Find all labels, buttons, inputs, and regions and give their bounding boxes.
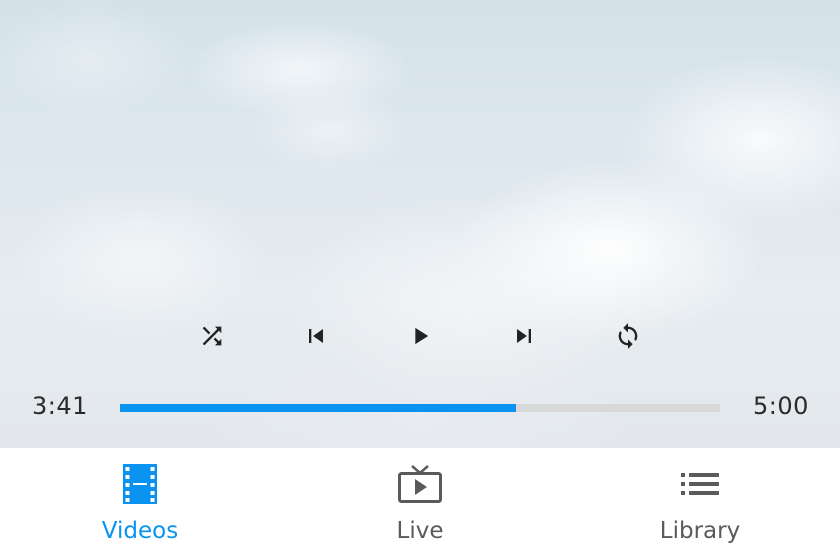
tab-library[interactable]: Library <box>560 448 840 560</box>
skip-next-icon <box>517 329 531 343</box>
skip-previous-icon <box>309 329 323 343</box>
tab-library-label: Library <box>659 518 741 544</box>
current-time: 3:41 <box>32 392 88 420</box>
duration-time: 5:00 <box>753 392 809 420</box>
playback-controls <box>0 314 840 358</box>
tab-videos-label: Videos <box>101 518 179 544</box>
bottom-tab-bar: Videos Live Library <box>0 448 840 560</box>
progress-bar[interactable] <box>120 404 720 412</box>
play-icon <box>415 327 429 345</box>
shuffle-button[interactable] <box>190 314 234 358</box>
progress-fill <box>120 404 516 412</box>
play-button[interactable] <box>398 314 442 358</box>
tab-videos[interactable]: Videos <box>0 448 280 560</box>
tab-live-label: Live <box>396 518 444 544</box>
repeat-icon <box>618 323 638 349</box>
previous-button[interactable] <box>294 314 338 358</box>
next-button[interactable] <box>502 314 546 358</box>
repeat-button[interactable] <box>606 314 650 358</box>
video-player[interactable]: 3:41 5:00 <box>0 0 840 448</box>
list-icon <box>681 473 719 495</box>
film-icon <box>123 464 157 504</box>
tv-icon <box>398 465 442 503</box>
tab-live[interactable]: Live <box>280 448 560 560</box>
shuffle-icon <box>202 326 222 346</box>
